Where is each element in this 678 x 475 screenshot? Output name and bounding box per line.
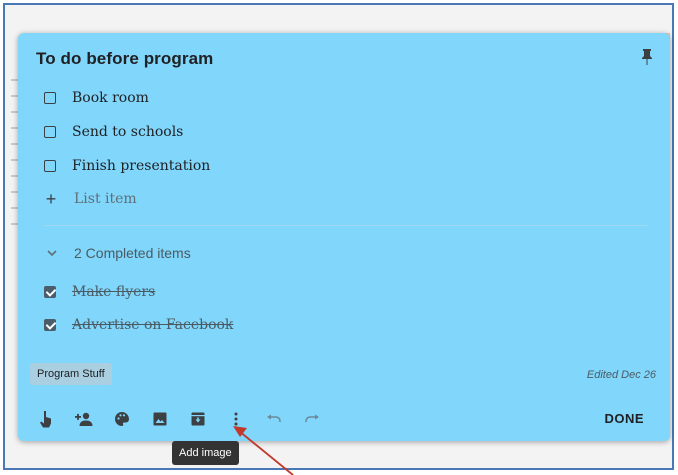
archive-icon[interactable] bbox=[188, 409, 208, 429]
item-checkbox[interactable] bbox=[44, 126, 56, 138]
item-label[interactable]: Book room bbox=[72, 90, 149, 106]
list-item[interactable]: Send to schools bbox=[44, 121, 183, 143]
note-toolbar: DONE bbox=[18, 405, 670, 433]
redo-icon[interactable] bbox=[302, 409, 322, 429]
add-list-item[interactable]: + List item bbox=[44, 188, 137, 210]
reminder-icon[interactable] bbox=[36, 409, 56, 429]
completed-list-item[interactable]: Make flyers bbox=[44, 281, 155, 303]
completed-items-toggle[interactable]: 2 Completed items bbox=[44, 245, 191, 261]
pin-icon[interactable] bbox=[640, 47, 654, 67]
list-item[interactable]: Finish presentation bbox=[44, 155, 210, 177]
note-editor-card[interactable]: To do before program Book room Send to s… bbox=[18, 33, 670, 441]
more-icon[interactable] bbox=[226, 409, 246, 429]
item-label[interactable]: Make flyers bbox=[72, 284, 155, 300]
plus-icon: + bbox=[45, 188, 57, 209]
item-label[interactable]: Advertise on Facebook bbox=[72, 317, 233, 333]
add-item-placeholder[interactable]: List item bbox=[74, 191, 137, 207]
item-checkbox-checked[interactable] bbox=[44, 286, 56, 298]
divider bbox=[44, 225, 648, 226]
completed-items-label: 2 Completed items bbox=[74, 245, 191, 261]
item-label[interactable]: Finish presentation bbox=[72, 158, 210, 174]
edited-timestamp: Edited Dec 26 bbox=[586, 369, 656, 381]
note-title[interactable]: To do before program bbox=[36, 49, 213, 69]
item-checkbox[interactable] bbox=[44, 92, 56, 104]
collaborator-icon[interactable] bbox=[74, 409, 94, 429]
item-label[interactable]: Send to schools bbox=[72, 124, 183, 140]
add-image-icon[interactable] bbox=[150, 409, 170, 429]
item-checkbox[interactable] bbox=[44, 160, 56, 172]
label-chip[interactable]: Program Stuff bbox=[30, 363, 112, 385]
item-checkbox-checked[interactable] bbox=[44, 319, 56, 331]
completed-list-item[interactable]: Advertise on Facebook bbox=[44, 314, 233, 336]
list-item[interactable]: Book room bbox=[44, 87, 149, 109]
done-button[interactable]: DONE bbox=[604, 411, 644, 426]
undo-icon[interactable] bbox=[264, 409, 284, 429]
add-image-tooltip: Add image bbox=[172, 441, 239, 465]
palette-icon[interactable] bbox=[112, 409, 132, 429]
chevron-down-icon[interactable] bbox=[44, 246, 60, 260]
